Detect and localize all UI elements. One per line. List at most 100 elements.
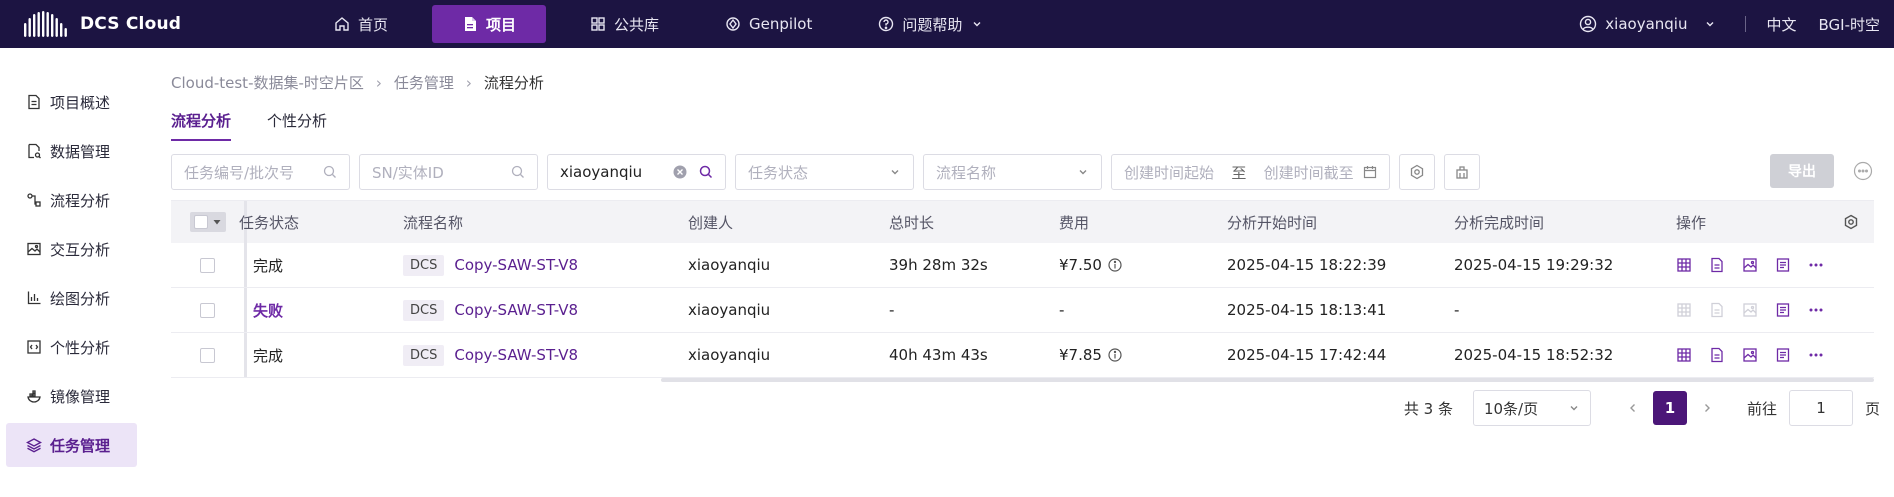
table-icon[interactable] <box>1676 347 1692 363</box>
main-content: Cloud-test-数据集-时空片区 › 任务管理 › 流程分析 流程分析 个… <box>143 48 1894 497</box>
sidebar-item-overview[interactable]: 项目概述 <box>6 80 137 124</box>
more-options-button[interactable] <box>1846 154 1880 188</box>
sn-input[interactable]: SN/实体ID <box>359 154 538 190</box>
status-select[interactable]: 任务状态 <box>735 154 914 190</box>
header-ops: 操作 <box>1676 213 1707 232</box>
page-size-select[interactable]: 10条/页 <box>1472 390 1591 426</box>
next-page-button[interactable] <box>1695 402 1719 414</box>
layers-icon <box>26 438 42 453</box>
export-button[interactable]: 导出 <box>1770 154 1834 188</box>
end-time-cell: 2025-04-15 19:29:32 <box>1454 256 1614 274</box>
image-icon[interactable] <box>1742 347 1758 363</box>
header-status: 任务状态 <box>239 213 300 232</box>
end-time-cell: 2025-04-15 18:52:32 <box>1454 346 1614 364</box>
nav-help[interactable]: 问题帮助 <box>856 5 1004 43</box>
sidebar-item-task-mgmt[interactable]: 任务管理 <box>6 423 137 467</box>
home-icon <box>335 17 349 31</box>
sidebar-item-data[interactable]: 数据管理 <box>6 129 137 173</box>
nav-public-library[interactable]: 公共库 <box>568 5 681 43</box>
log-icon[interactable] <box>1775 257 1791 273</box>
header-end-time: 分析完成时间 <box>1454 213 1545 232</box>
more-horizontal-icon <box>1853 161 1873 181</box>
page-number-current[interactable]: 1 <box>1652 391 1687 425</box>
search-icon <box>511 165 524 178</box>
data-icon <box>28 143 41 159</box>
report-icon[interactable] <box>1709 257 1725 273</box>
sidebar-item-plot[interactable]: 绘图分析 <box>6 276 137 320</box>
broom-icon <box>1456 166 1468 179</box>
breadcrumb-task-mgmt[interactable]: 任务管理 <box>394 72 454 93</box>
breadcrumb-project[interactable]: Cloud-test-数据集-时空片区 <box>171 72 364 93</box>
prev-page-button[interactable] <box>1621 402 1645 414</box>
language-switch[interactable]: 中文 <box>1766 14 1796 35</box>
sidebar-item-label: 交互分析 <box>50 240 111 259</box>
clear-filter-button[interactable] <box>1444 154 1480 190</box>
logo[interactable]: DCS Cloud <box>22 9 182 39</box>
clear-icon[interactable] <box>673 165 687 179</box>
info-icon[interactable] <box>1108 348 1122 362</box>
more-icon[interactable] <box>1808 257 1824 273</box>
org-switch[interactable]: BGI-时空 <box>1819 14 1881 35</box>
start-time-cell: 2025-04-15 18:22:39 <box>1227 256 1387 274</box>
sidebar-item-image-mgmt[interactable]: 镜像管理 <box>6 374 137 418</box>
table-row: 完成 DCS Copy-SAW-ST-V8 xiaoyanqiu 39h 28m… <box>171 243 1874 288</box>
tab-custom-analysis[interactable]: 个性分析 <box>267 110 327 141</box>
tab-flow-analysis[interactable]: 流程分析 <box>171 110 232 141</box>
image-icon[interactable] <box>1742 257 1758 273</box>
row-checkbox[interactable] <box>200 347 215 363</box>
platform-tag: DCS <box>403 299 445 321</box>
nav-label: 项目 <box>486 15 517 34</box>
more-icon[interactable] <box>1808 302 1824 318</box>
goto-page-input[interactable]: 1 <box>1788 390 1853 426</box>
cost-cell: ¥7.85 <box>1059 346 1122 364</box>
chevron-down-icon <box>973 22 981 27</box>
sidebar-item-interactive[interactable]: 交互分析 <box>6 227 137 271</box>
created-date-range[interactable]: 创建时间起始 至 创建时间截至 <box>1111 154 1390 190</box>
flow-name-link[interactable]: Copy-SAW-ST-V8 <box>454 301 578 319</box>
nav-project[interactable]: 项目 <box>432 5 547 43</box>
task-id-placeholder: 任务编号/批次号 <box>184 163 295 182</box>
log-icon[interactable] <box>1775 347 1791 363</box>
report-icon[interactable] <box>1709 347 1725 363</box>
sidebar-item-label: 任务管理 <box>50 436 111 455</box>
sidebar-item-label: 项目概述 <box>50 93 111 112</box>
log-icon[interactable] <box>1775 302 1791 318</box>
tabs: 流程分析 个性分析 <box>171 110 363 141</box>
table-icon[interactable] <box>1676 257 1692 273</box>
creator-input[interactable]: xiaoyanqiu <box>547 154 726 190</box>
nav-home[interactable]: 首页 <box>312 5 410 43</box>
nav-label: 问题帮助 <box>902 15 963 34</box>
horizontal-scrollbar[interactable] <box>661 378 1874 382</box>
row-checkbox[interactable] <box>200 257 215 273</box>
user-menu[interactable]: xiaoyanqiu <box>1579 15 1715 33</box>
status-cell: 完成 <box>253 346 284 365</box>
settings-filter-button[interactable] <box>1399 154 1435 190</box>
flow-name-link[interactable]: Copy-SAW-ST-V8 <box>454 346 578 364</box>
image-icon <box>1743 303 1757 317</box>
flow-name-select[interactable]: 流程名称 <box>923 154 1102 190</box>
platform-tag: DCS <box>403 254 445 276</box>
table-row: 完成 DCS Copy-SAW-ST-V8 xiaoyanqiu 40h 43m… <box>171 333 1874 378</box>
duration-cell: - <box>889 301 895 319</box>
nav-genpilot[interactable]: Genpilot <box>703 5 834 43</box>
creator-value: xiaoyanqiu <box>560 163 643 181</box>
sidebar-item-flow[interactable]: 流程分析 <box>6 178 137 222</box>
creator-cell: xiaoyanqiu <box>688 301 771 319</box>
flow-name-link[interactable]: Copy-SAW-ST-V8 <box>454 256 578 274</box>
main-nav: 首页 项目 公共库 Genpilot 问题帮助 <box>312 0 1026 48</box>
status-placeholder: 任务状态 <box>748 163 809 182</box>
sidebar-item-custom[interactable]: 个性分析 <box>6 325 137 369</box>
search-icon[interactable] <box>699 165 713 179</box>
container-icon <box>27 390 41 403</box>
row-checkbox[interactable] <box>200 302 215 318</box>
more-icon[interactable] <box>1808 347 1824 363</box>
chevron-left-icon <box>1629 404 1635 412</box>
flow-name-cell: DCS Copy-SAW-ST-V8 <box>403 254 578 276</box>
task-id-input[interactable]: 任务编号/批次号 <box>171 154 350 190</box>
info-icon[interactable] <box>1108 258 1122 272</box>
genpilot-icon <box>726 17 740 31</box>
select-all-checkbox[interactable] <box>189 212 226 232</box>
user-icon <box>1580 15 1597 33</box>
column-settings-button[interactable] <box>1843 214 1859 230</box>
username: xiaoyanqiu <box>1605 15 1688 33</box>
